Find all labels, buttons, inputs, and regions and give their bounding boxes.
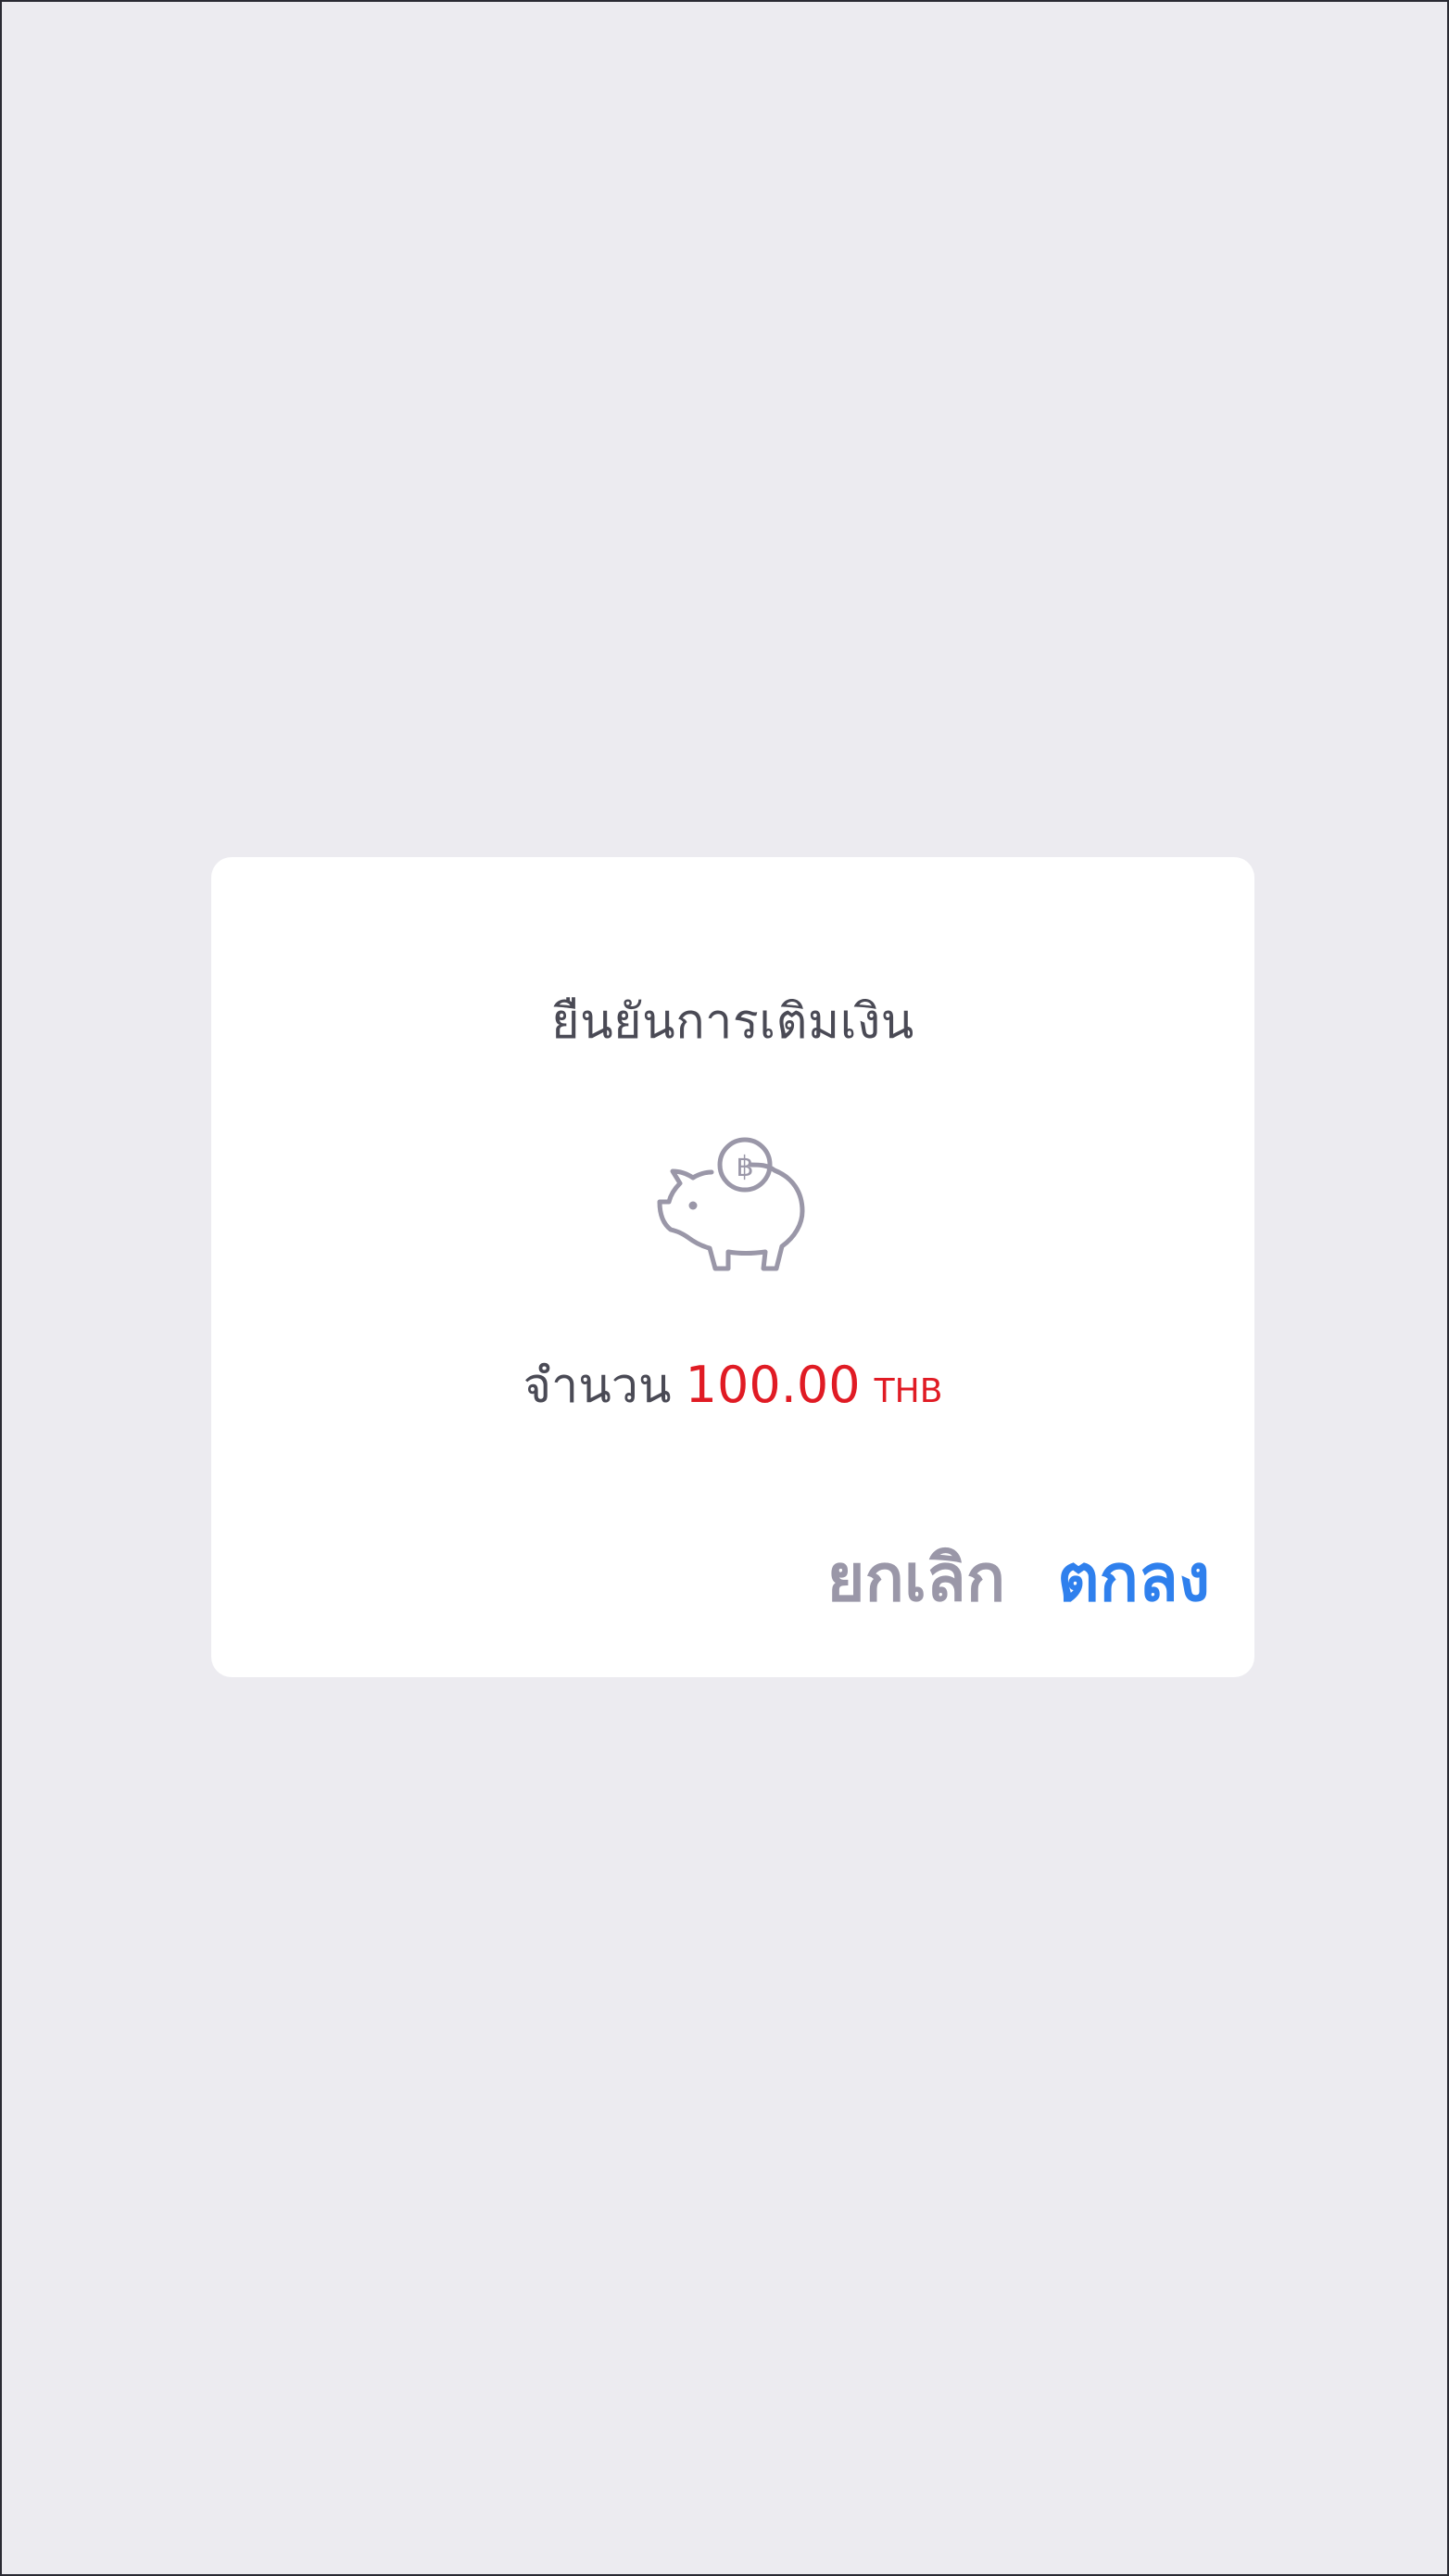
- screen-backdrop: ยืนยันการเติมเงิน ฿ จำนวน 100.00 THB ยกเ…: [0, 0, 1449, 2576]
- ok-button[interactable]: ตกลง: [1057, 1543, 1210, 1614]
- amount-value: 100.00: [685, 1356, 861, 1414]
- confirm-topup-dialog: ยืนยันการเติมเงิน ฿ จำนวน 100.00 THB ยกเ…: [211, 857, 1254, 1677]
- currency-code: THB: [874, 1372, 943, 1410]
- dialog-title: ยืนยันการเติมเงิน: [551, 994, 914, 1050]
- cancel-button[interactable]: ยกเลิก: [826, 1543, 1005, 1614]
- dialog-actions: ยกเลิก ตกลง: [826, 1543, 1210, 1614]
- amount-line: จำนวน 100.00 THB: [211, 1357, 1254, 1413]
- amount-label: จำนวน: [523, 1358, 672, 1414]
- piggy-bank-icon: ฿: [654, 1133, 821, 1300]
- svg-text:฿: ฿: [736, 1151, 753, 1183]
